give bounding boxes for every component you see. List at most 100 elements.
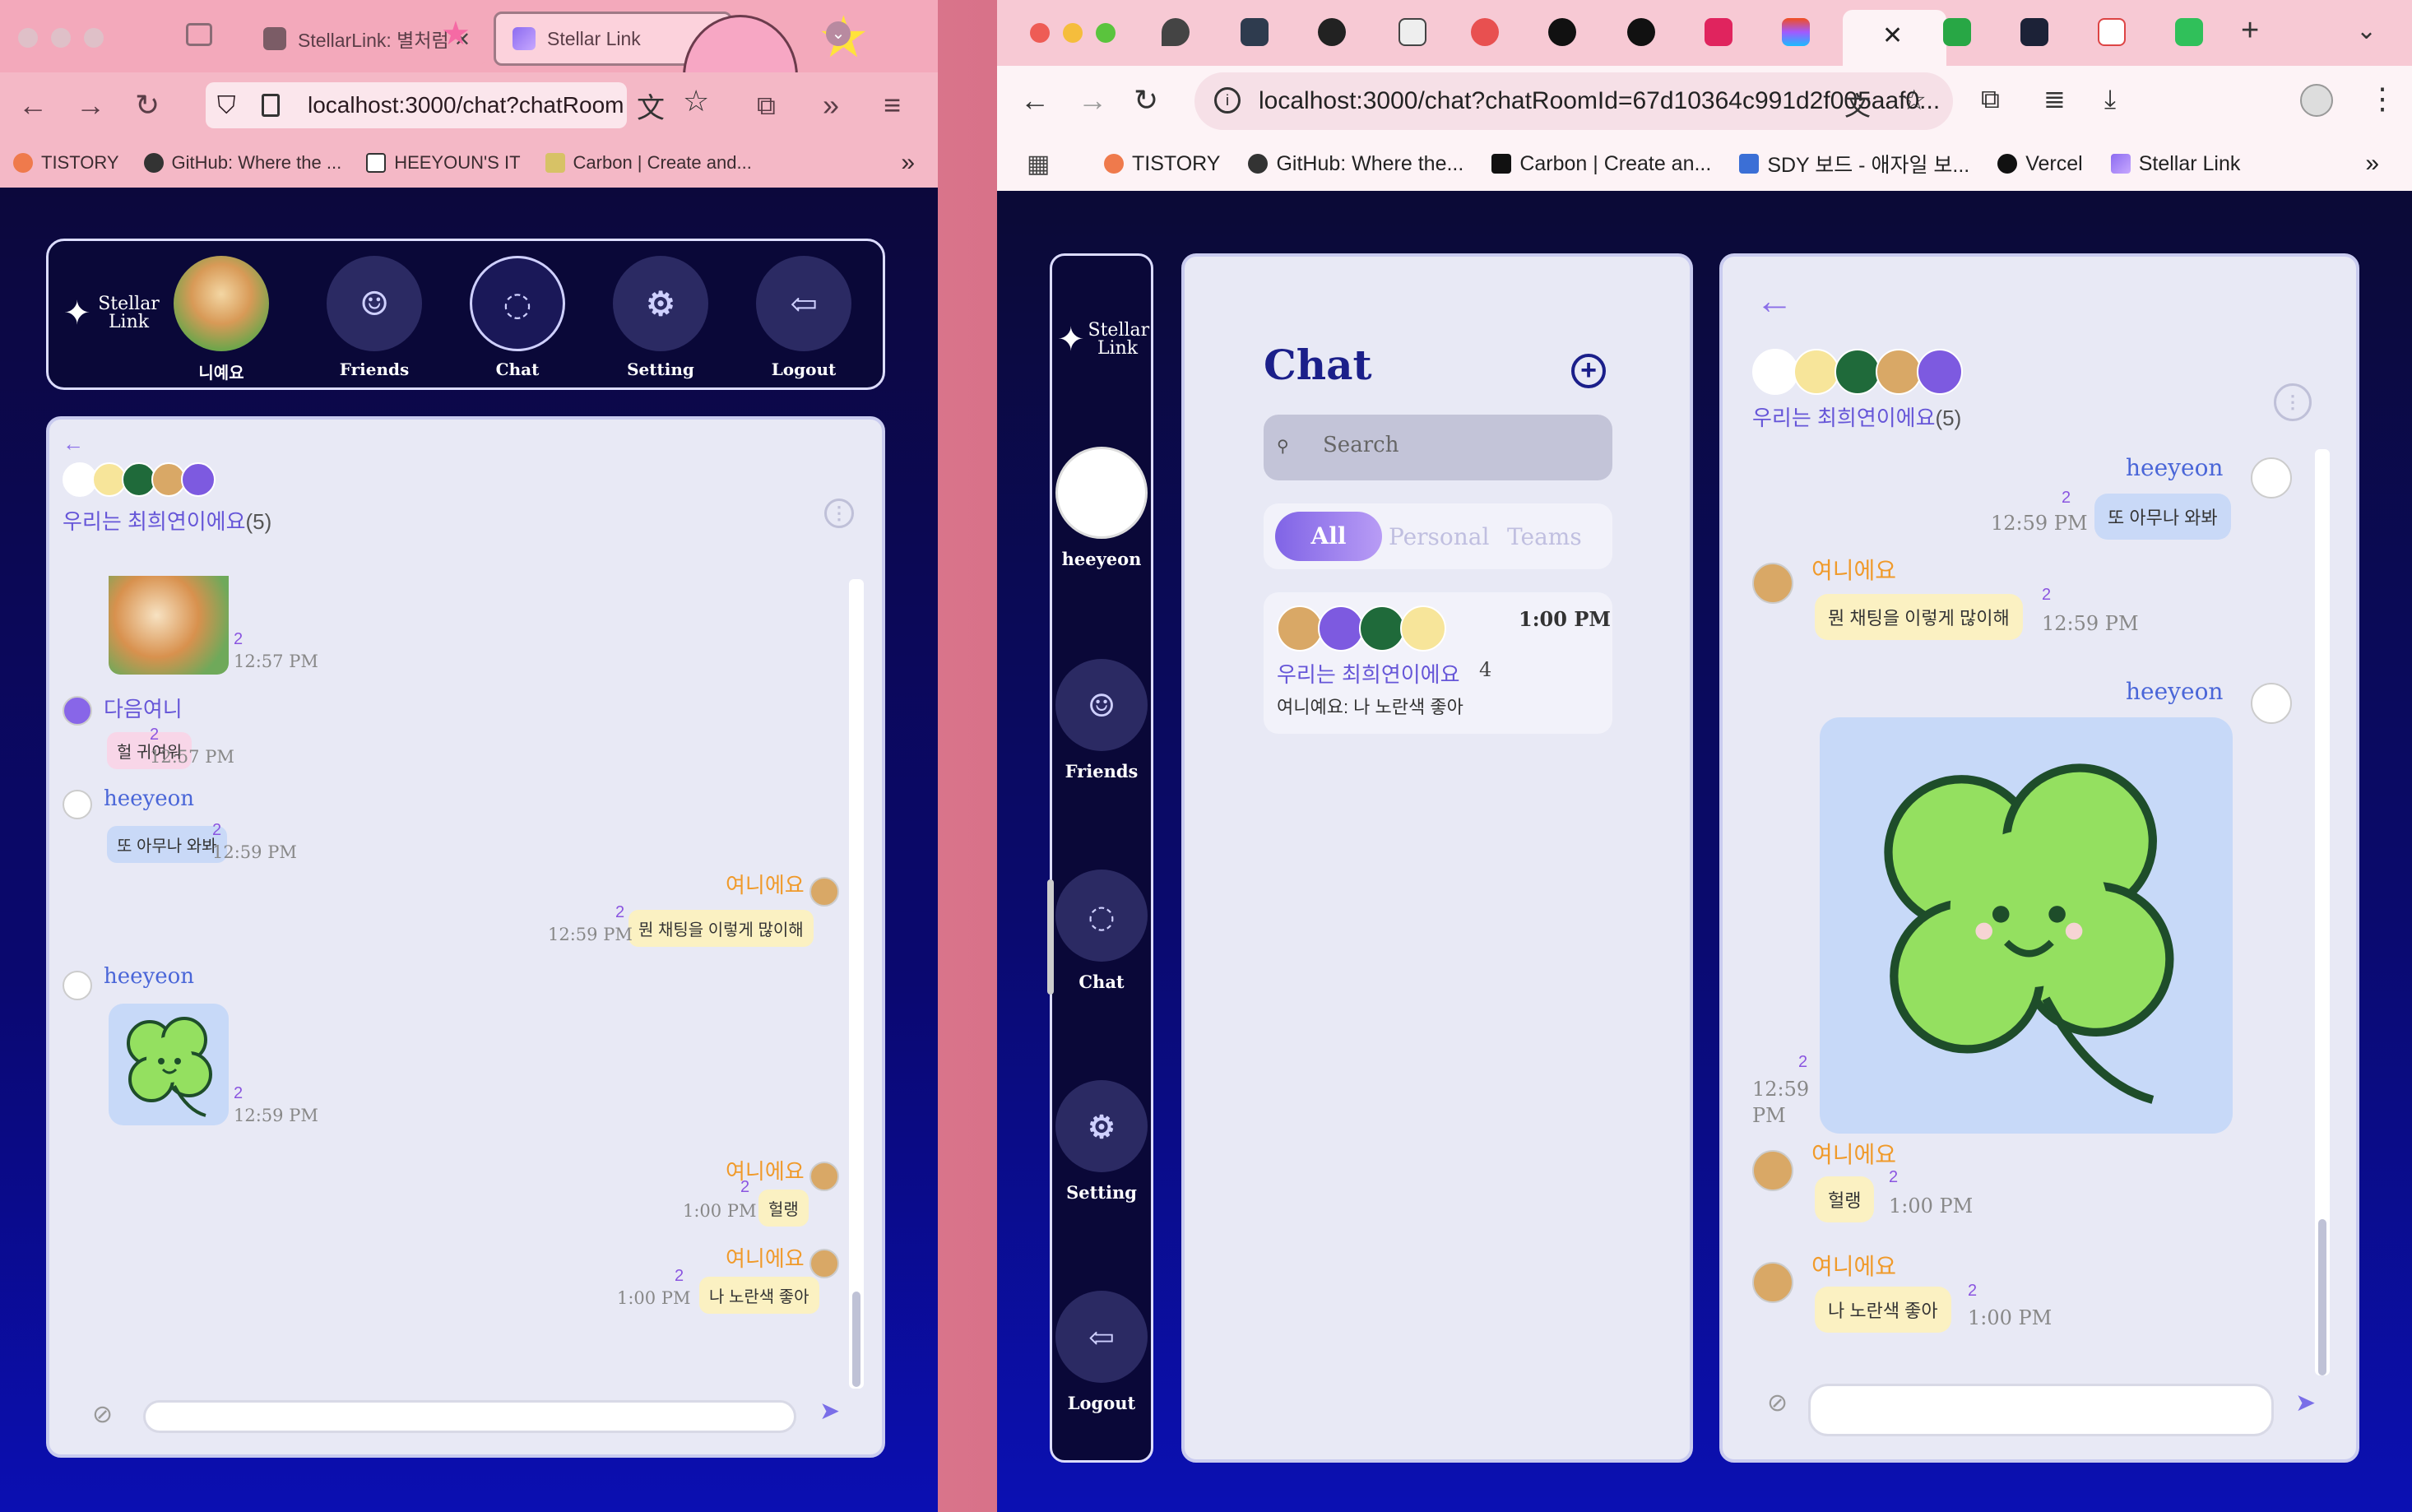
more-options-icon[interactable]: ⋮ (824, 499, 854, 528)
stellar-link-logo[interactable]: ✦ Stellar Link (63, 295, 164, 332)
nav-logout[interactable]: ⇦ Logout (756, 256, 851, 379)
maximize-window-button[interactable] (1096, 23, 1116, 43)
filter-personal[interactable]: Personal (1389, 523, 1489, 550)
attach-icon[interactable]: ⊘ (92, 1400, 113, 1429)
back-icon[interactable]: ← (1020, 82, 1050, 118)
sidebar-logout[interactable]: ⇦ Logout (1052, 1291, 1151, 1413)
sender-name: 다음여니 (104, 698, 183, 722)
close-window-button[interactable] (18, 28, 38, 48)
nav-label: Friends (1065, 761, 1139, 782)
nav-chat[interactable]: ◌ Chat (470, 256, 565, 379)
minimize-window-button[interactable] (1063, 23, 1083, 43)
avatar (1876, 349, 1922, 395)
forward-icon[interactable]: → (76, 87, 105, 123)
extensions-icon[interactable]: ⧉ (757, 87, 776, 123)
corgi-image-message[interactable] (109, 576, 229, 675)
bookmark-star-icon[interactable]: ☆ (683, 84, 709, 118)
extensions-icon[interactable]: ⧉ (1981, 81, 2000, 117)
bookmarks-overflow-icon[interactable]: » (2365, 150, 2379, 178)
clover-image-message[interactable] (1820, 717, 2233, 1134)
active-tab[interactable]: ✕ (1843, 10, 1946, 66)
new-tab-icon[interactable]: + (2241, 13, 2259, 49)
reload-icon[interactable]: ↻ (1134, 82, 1158, 118)
message-input[interactable] (143, 1400, 796, 1433)
download-icon[interactable]: ⤓ (2104, 81, 2116, 117)
openai-tab-icon[interactable] (1627, 18, 1655, 46)
send-icon[interactable]: ➤ (2295, 1389, 2316, 1417)
bookmark-item[interactable]: GitHub: Where the... (1248, 152, 1463, 176)
send-icon[interactable]: ➤ (819, 1397, 840, 1426)
tab-search-icon[interactable]: ⌄ (826, 21, 851, 46)
translate-icon[interactable]: 文 (637, 86, 665, 126)
minimize-window-button[interactable] (51, 28, 71, 48)
back-arrow-icon[interactable]: ← (63, 431, 84, 457)
address-bar[interactable]: ⛉ localhost:3000/chat?chatRoom (206, 82, 627, 128)
site-info-icon[interactable]: i (1214, 87, 1241, 114)
stellar-link-logo[interactable]: ✦ Stellar Link (1057, 322, 1149, 358)
audio-tab-icon[interactable] (1398, 18, 1426, 46)
search-field[interactable]: ⚲ Search (1264, 415, 1612, 480)
bookmark-item[interactable]: Vercel (1997, 151, 2083, 176)
back-icon[interactable]: ← (18, 87, 48, 123)
bookmark-item[interactable]: HEEYOUN'S IT (366, 152, 521, 174)
figma-tab-icon[interactable] (1782, 18, 1810, 46)
profile-avatar[interactable] (2300, 84, 2333, 117)
bookmark-label: Vercel (2025, 151, 2083, 175)
sidebar-profile[interactable]: heeyeon (1052, 447, 1151, 569)
translate-icon[interactable]: 文 (1844, 86, 1871, 123)
filter-teams[interactable]: Teams (1507, 523, 1582, 550)
scrollbar-thumb[interactable] (852, 1292, 860, 1387)
github-tab-icon[interactable] (1318, 18, 1346, 46)
close-window-button[interactable] (1030, 23, 1050, 43)
apps-grid-icon[interactable]: ▦ (1027, 150, 1050, 179)
velog-tab-icon[interactable] (1705, 18, 1732, 46)
blog-tab-icon[interactable] (2175, 18, 2203, 46)
nav-profile[interactable]: 니예요 (174, 256, 269, 383)
tab-icon[interactable] (1471, 18, 1499, 46)
bookmark-item[interactable]: SDY 보드 - 애자일 보... (1739, 149, 1969, 179)
sidebar-friends[interactable]: ☺ Friends (1052, 659, 1151, 782)
filter-all[interactable]: All (1275, 512, 1382, 561)
media-icon[interactable]: ≣ (2043, 81, 2066, 117)
tab-icon[interactable] (1943, 18, 1971, 46)
close-tab-icon[interactable]: ✕ (1882, 21, 1903, 50)
overflow-chevron-icon[interactable]: » (823, 87, 839, 123)
bookmark-item[interactable]: GitHub: Where the ... (143, 152, 341, 174)
chat-panel: ← 우리는 최희연이에요(5) ⋮ 2 12:57 PM 다음여니 헐 귀여워 … (46, 416, 885, 1458)
chat-room-item[interactable]: 1:00 PM 우리는 최희연이에요 4 여니예요: 나 노란색 좋아 (1264, 592, 1612, 734)
mongodb-tab-icon[interactable] (1548, 18, 1576, 46)
forward-icon[interactable]: → (1078, 82, 1107, 118)
maps-tab-icon[interactable] (1162, 18, 1190, 46)
tab-icon[interactable] (2020, 18, 2048, 46)
message-input[interactable] (1808, 1384, 2274, 1436)
bookmarks-overflow-icon[interactable]: » (901, 149, 915, 177)
add-chat-icon[interactable]: + (1571, 354, 1606, 388)
tab-overview-icon[interactable] (186, 23, 212, 46)
reload-icon[interactable]: ↻ (135, 87, 160, 123)
sidebar-setting[interactable]: ⚙ Setting (1052, 1080, 1151, 1203)
tab-search-chevron-icon[interactable]: ⌄ (2356, 16, 2377, 45)
bookmark-item[interactable]: TISTORY (13, 152, 119, 174)
scrollbar-thumb[interactable] (2318, 1219, 2326, 1375)
back-arrow-icon[interactable]: ← (1756, 278, 1793, 322)
bookmark-item[interactable]: Stellar Link (2110, 152, 2240, 176)
nav-friends[interactable]: ☺ Friends (327, 256, 422, 379)
bookmark-item[interactable]: Carbon | Create and... (545, 152, 752, 174)
bookmark-star-icon[interactable]: ☆ (1902, 84, 1927, 117)
gmail-tab-icon[interactable] (2098, 18, 2126, 46)
clover-image-message[interactable] (109, 1004, 229, 1125)
nav-setting[interactable]: ⚙ Setting (613, 256, 708, 379)
linear-tab-icon[interactable] (1241, 18, 1269, 46)
attach-icon[interactable]: ⊘ (1767, 1389, 1788, 1417)
bookmark-item[interactable]: Carbon | Create an... (1491, 152, 1711, 176)
menu-icon[interactable]: ⋮ (2368, 81, 2397, 117)
bookmark-item[interactable]: TISTORY (1104, 152, 1220, 176)
menu-icon[interactable]: ≡ (884, 87, 901, 123)
sidebar-chat[interactable]: ◌ Chat (1052, 870, 1151, 992)
room-name: 우리는 최희연이에요 (63, 509, 246, 534)
maximize-window-button[interactable] (84, 28, 104, 48)
unread-count: 2 (2062, 489, 2071, 507)
scrollbar[interactable] (849, 579, 864, 1389)
address-bar[interactable]: i localhost:3000/chat?chatRoomId=67d1036… (1194, 72, 1953, 130)
more-options-icon[interactable]: ⋮ (2274, 383, 2312, 421)
